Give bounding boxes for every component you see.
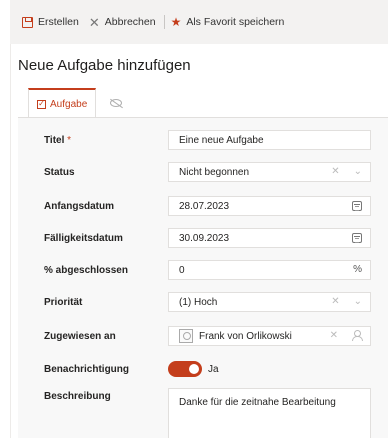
title-input-value: Eine neue Aufgabe	[179, 134, 264, 146]
description-textarea[interactable]: Danke für die zeitnahe Bearbeitung	[168, 388, 371, 438]
form-row-assigned: Zugewiesen an Frank von Orlikowski ✕	[18, 320, 388, 352]
percent-value: 0	[179, 264, 185, 276]
save-favorite-label: Als Favorit speichern	[186, 16, 285, 28]
due-date-input[interactable]: 30.09.2023	[168, 228, 371, 248]
toolbar-divider	[163, 15, 165, 29]
create-button-label: Erstellen	[38, 16, 79, 28]
percent-input[interactable]: 0 %	[168, 260, 371, 280]
start-date-value: 28.07.2023	[179, 200, 230, 212]
form-row-priority: Priorität (1) Hoch ✕ ⌄	[18, 286, 388, 318]
form-row-status: Status Nicht begonnen ✕ ⌄	[18, 156, 388, 188]
chevron-down-icon[interactable]: ⌄	[354, 296, 362, 307]
due-date-label: Fälligkeitsdatum	[44, 232, 123, 244]
required-mark: *	[67, 134, 72, 146]
form-row-start-date: Anfangsdatum 28.07.2023	[18, 190, 388, 222]
create-button[interactable]: Erstellen	[22, 16, 79, 28]
form-row-title: Titel * Eine neue Aufgabe	[18, 124, 388, 156]
priority-label: Priorität	[44, 296, 83, 308]
save-icon	[22, 16, 33, 28]
save-favorite-button[interactable]: ★ Als Favorit speichern	[171, 16, 285, 28]
cancel-button[interactable]: ✕ Abbrechen	[89, 16, 156, 29]
notification-value: Ja	[208, 363, 219, 375]
assigned-label: Zugewiesen an	[44, 330, 116, 342]
calendar-icon[interactable]	[352, 233, 362, 243]
person-icon[interactable]	[352, 330, 363, 341]
form-row-due-date: Fälligkeitsdatum 30.09.2023	[18, 222, 388, 254]
form-row-percent: % abgeschlossen 0 %	[18, 254, 388, 286]
star-icon: ★	[170, 15, 182, 29]
status-value: Nicht begonnen	[179, 166, 250, 178]
tab-hidden[interactable]	[96, 88, 130, 118]
notification-toggle[interactable]	[168, 361, 202, 377]
tab-aufgabe[interactable]: ✓ Aufgabe	[28, 88, 97, 118]
form-body: Titel * Eine neue Aufgabe Status Nicht b…	[18, 118, 388, 438]
form-row-notification: Benachrichtigung Ja	[18, 353, 388, 385]
clear-icon[interactable]: ✕	[331, 296, 339, 307]
assigned-value: Frank von Orlikowski	[199, 330, 292, 342]
percent-label: % abgeschlossen	[44, 264, 128, 276]
percent-unit: %	[353, 264, 362, 275]
priority-dropdown[interactable]: (1) Hoch ✕ ⌄	[168, 292, 371, 312]
task-form-panel: Erstellen ✕ Abbrechen ★ Als Favorit spei…	[0, 0, 388, 438]
start-date-input[interactable]: 28.07.2023	[168, 196, 371, 216]
page-title: Neue Aufgabe hinzufügen	[18, 57, 191, 74]
close-icon: ✕	[88, 14, 100, 30]
command-bar: Erstellen ✕ Abbrechen ★ Als Favorit spei…	[10, 0, 388, 44]
title-label: Titel *	[44, 134, 72, 146]
status-label: Status	[44, 166, 75, 178]
description-label: Beschreibung	[44, 390, 111, 402]
start-date-label: Anfangsdatum	[44, 200, 114, 212]
tab-bar: ✓ Aufgabe	[28, 88, 130, 118]
cancel-button-label: Abbrechen	[104, 16, 156, 28]
due-date-value: 30.09.2023	[179, 232, 230, 244]
description-value: Danke für die zeitnahe Bearbeitung	[179, 397, 336, 408]
priority-value: (1) Hoch	[179, 296, 218, 308]
clear-icon[interactable]: ✕	[331, 166, 339, 177]
checkbox-icon: ✓	[37, 99, 46, 109]
calendar-icon[interactable]	[352, 201, 362, 211]
assigned-people-picker[interactable]: Frank von Orlikowski ✕	[168, 326, 371, 346]
notification-label: Benachrichtigung	[44, 363, 130, 375]
tab-aufgabe-label: Aufgabe	[50, 98, 88, 110]
clear-icon[interactable]: ✕	[330, 330, 338, 341]
panel-border	[10, 44, 11, 438]
title-input[interactable]: Eine neue Aufgabe	[168, 130, 371, 150]
chevron-down-icon[interactable]: ⌄	[354, 166, 362, 177]
status-dropdown[interactable]: Nicht begonnen ✕ ⌄	[168, 162, 371, 182]
avatar	[179, 329, 193, 343]
eye-off-icon	[110, 99, 123, 107]
